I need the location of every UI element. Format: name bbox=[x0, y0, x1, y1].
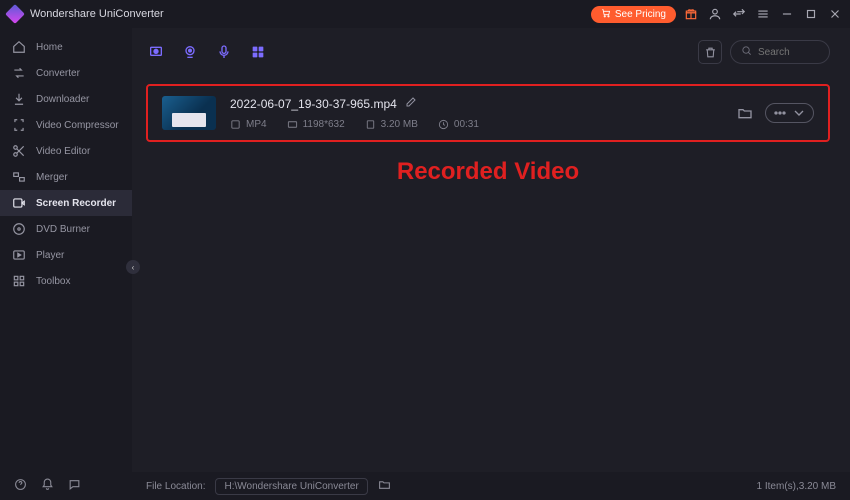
titlebar: Wondershare UniConverter See Pricing bbox=[0, 0, 850, 28]
app-title: Wondershare UniConverter bbox=[30, 8, 164, 20]
help-icon[interactable] bbox=[14, 478, 27, 494]
browse-folder-button[interactable] bbox=[378, 478, 391, 494]
app-logo-icon bbox=[5, 4, 25, 24]
disc-icon bbox=[12, 222, 26, 236]
close-icon[interactable] bbox=[828, 7, 842, 21]
recording-thumbnail bbox=[162, 96, 216, 130]
main-panel: 2022-06-07_19-30-37-965.mp4 MP4 1198*632 bbox=[132, 28, 850, 472]
account-icon[interactable] bbox=[708, 7, 722, 21]
play-icon bbox=[12, 248, 26, 262]
sidebar-collapse-button[interactable]: ‹ bbox=[126, 260, 140, 274]
meta-size: 3.20 MB bbox=[365, 119, 418, 130]
transfer-icon[interactable] bbox=[732, 7, 746, 21]
sidebar-item-player[interactable]: Player bbox=[0, 242, 132, 268]
more-actions-button[interactable] bbox=[765, 103, 814, 123]
compress-icon bbox=[12, 118, 26, 132]
sidebar-item-label: Merger bbox=[36, 172, 68, 183]
sidebar-item-label: Player bbox=[36, 250, 64, 261]
file-location-label: File Location: bbox=[146, 481, 205, 492]
sidebar-item-screen-recorder[interactable]: Screen Recorder bbox=[0, 190, 132, 216]
recording-info: 2022-06-07_19-30-37-965.mp4 MP4 1198*632 bbox=[230, 96, 723, 130]
search-input[interactable] bbox=[758, 47, 850, 58]
sidebar-item-label: Downloader bbox=[36, 94, 89, 105]
sidebar-item-toolbox[interactable]: Toolbox bbox=[0, 268, 132, 294]
minimize-icon[interactable] bbox=[780, 7, 794, 21]
home-icon bbox=[12, 40, 26, 54]
meta-duration: 00:31 bbox=[438, 119, 479, 130]
meta-resolution: 1198*632 bbox=[287, 119, 345, 130]
record-icon bbox=[12, 196, 26, 210]
converter-icon bbox=[12, 66, 26, 80]
notification-icon[interactable] bbox=[41, 478, 54, 494]
open-folder-button[interactable] bbox=[737, 105, 753, 121]
sidebar-item-label: Screen Recorder bbox=[36, 198, 116, 209]
download-icon bbox=[12, 92, 26, 106]
recording-filename: 2022-06-07_19-30-37-965.mp4 bbox=[230, 97, 397, 111]
grid-icon bbox=[12, 274, 26, 288]
recording-item[interactable]: 2022-06-07_19-30-37-965.mp4 MP4 1198*632 bbox=[146, 84, 830, 142]
audio-mode-button[interactable] bbox=[214, 42, 234, 62]
sidebar-item-label: Home bbox=[36, 42, 63, 53]
maximize-icon[interactable] bbox=[804, 7, 818, 21]
sidebar-item-editor[interactable]: Video Editor bbox=[0, 138, 132, 164]
menu-icon[interactable] bbox=[756, 7, 770, 21]
webcam-mode-button[interactable] bbox=[180, 42, 200, 62]
delete-button[interactable] bbox=[698, 40, 722, 64]
sidebar-item-dvd-burner[interactable]: DVD Burner bbox=[0, 216, 132, 242]
rename-icon[interactable] bbox=[405, 96, 417, 111]
sidebar-item-compressor[interactable]: Video Compressor bbox=[0, 112, 132, 138]
feedback-icon[interactable] bbox=[68, 478, 81, 494]
apps-mode-button[interactable] bbox=[248, 42, 268, 62]
scissors-icon bbox=[12, 144, 26, 158]
sidebar: Home Converter Downloader Video Compress… bbox=[0, 28, 132, 472]
gift-icon[interactable] bbox=[684, 7, 698, 21]
search-icon bbox=[741, 45, 752, 59]
sidebar-item-home[interactable]: Home bbox=[0, 34, 132, 60]
cart-icon bbox=[601, 8, 611, 21]
sidebar-item-downloader[interactable]: Downloader bbox=[0, 86, 132, 112]
sidebar-item-converter[interactable]: Converter bbox=[0, 60, 132, 86]
sidebar-item-merger[interactable]: Merger bbox=[0, 164, 132, 190]
merge-icon bbox=[12, 170, 26, 184]
search-box[interactable] bbox=[730, 40, 830, 64]
screen-record-mode-button[interactable] bbox=[146, 42, 166, 62]
see-pricing-button[interactable]: See Pricing bbox=[591, 6, 676, 23]
sidebar-item-label: Video Editor bbox=[36, 146, 90, 157]
recorder-toolbar bbox=[146, 36, 830, 68]
sidebar-item-label: Toolbox bbox=[36, 276, 70, 287]
annotation-label: Recorded Video bbox=[146, 158, 830, 186]
footer-summary: 1 Item(s),3.20 MB bbox=[757, 481, 836, 492]
sidebar-item-label: DVD Burner bbox=[36, 224, 90, 235]
meta-format: MP4 bbox=[230, 119, 267, 130]
footer: File Location: H:\Wondershare UniConvert… bbox=[0, 472, 850, 500]
pricing-label: See Pricing bbox=[615, 9, 666, 20]
sidebar-item-label: Video Compressor bbox=[36, 120, 119, 131]
file-location-path[interactable]: H:\Wondershare UniConverter bbox=[215, 478, 367, 495]
sidebar-item-label: Converter bbox=[36, 68, 80, 79]
